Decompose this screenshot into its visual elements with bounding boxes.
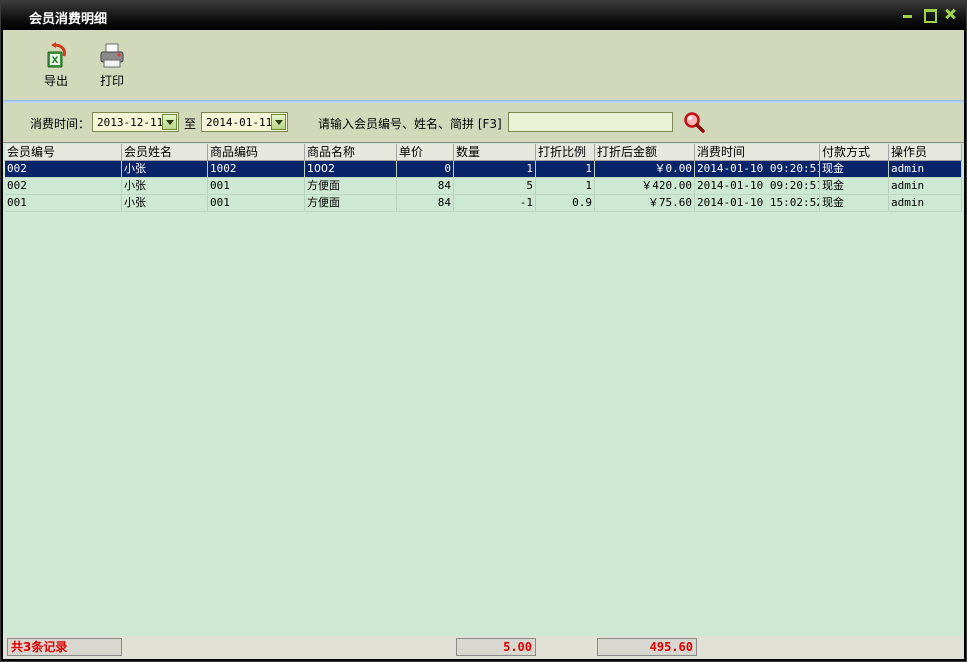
col-header-member-id[interactable]: 会员编号: [5, 144, 122, 161]
chevron-down-icon[interactable]: [271, 114, 286, 130]
cell-discount: 0.9: [536, 195, 595, 212]
col-header-member-name[interactable]: 会员姓名: [122, 144, 208, 161]
cell-product-code: 001: [208, 178, 305, 195]
printer-icon: [100, 43, 124, 68]
cell-payment: 现金: [820, 195, 889, 212]
minimize-icon[interactable]: [902, 8, 914, 20]
cell-member-name: 小张: [122, 195, 208, 212]
excel-export-icon: X: [47, 42, 66, 68]
col-header-discount[interactable]: 打折比例: [536, 144, 595, 161]
toolbar: X 导出 打印: [3, 30, 964, 100]
filter-bar: 消费时间： 2013-12-11 至 2014-01-11 请输入会员编号、姓名…: [3, 103, 964, 142]
chevron-down-icon[interactable]: [162, 114, 177, 130]
col-header-product-name[interactable]: 商品名称: [305, 144, 397, 161]
cell-product-name: 方便面: [305, 178, 397, 195]
cell-amount: ￥0.00: [595, 161, 695, 178]
start-date-picker[interactable]: 2013-12-11: [92, 112, 179, 132]
window-controls: [902, 8, 956, 23]
cell-discount: 1: [536, 178, 595, 195]
cell-payment: 现金: [820, 178, 889, 195]
consume-time-label: 消费时间：: [30, 117, 91, 131]
amount-total: 495.60: [597, 638, 697, 656]
search-icon[interactable]: [683, 111, 705, 133]
cell-quantity: -1: [454, 195, 536, 212]
summary-footer: 共3条记录 5.00 495.60: [3, 636, 964, 659]
cell-unit-price: 84: [397, 178, 454, 195]
table-row[interactable]: 001 小张 001 方便面 84 -1 0.9 ￥75.60 2014-01-…: [5, 195, 962, 212]
col-header-time[interactable]: 消费时间: [695, 144, 820, 161]
svg-text:X: X: [52, 56, 59, 66]
print-button[interactable]: 打印: [88, 42, 136, 89]
cell-time: 2014-01-10 09:20:51: [695, 161, 820, 178]
search-hint-label: 请输入会员编号、姓名、简拼 [F3]: [318, 117, 502, 131]
consumption-table: 会员编号 会员姓名 商品编码 商品名称 单价 数量 打折比例 打折后金额 消费时…: [3, 142, 964, 636]
col-header-product-code[interactable]: 商品编码: [208, 144, 305, 161]
search-input[interactable]: [508, 112, 673, 132]
export-button[interactable]: X 导出: [32, 42, 80, 89]
cell-product-code: 001: [208, 195, 305, 212]
close-icon[interactable]: [944, 8, 956, 20]
col-header-operator[interactable]: 操作员: [889, 144, 962, 161]
to-label: 至: [184, 117, 197, 131]
cell-operator: admin: [889, 195, 962, 212]
table-row[interactable]: 002 小张 1002 1002 0 1 1 ￥0.00 2014-01-10 …: [5, 161, 962, 178]
cell-quantity: 5: [454, 178, 536, 195]
cell-member-name: 小张: [122, 161, 208, 178]
table-row[interactable]: 002 小张 001 方便面 84 5 1 ￥420.00 2014-01-10…: [5, 178, 962, 195]
print-label: 打印: [99, 74, 124, 88]
cell-quantity: 1: [454, 161, 536, 178]
export-label: 导出: [43, 74, 68, 88]
cell-unit-price: 0: [397, 161, 454, 178]
cell-unit-price: 84: [397, 195, 454, 212]
cell-product-name: 1002: [305, 161, 397, 178]
quantity-total: 5.00: [456, 638, 536, 656]
start-date-value: 2013-12-11: [97, 116, 164, 129]
cell-amount: ￥75.60: [595, 195, 695, 212]
col-header-quantity[interactable]: 数量: [454, 144, 536, 161]
cell-product-name: 方便面: [305, 195, 397, 212]
title-bar[interactable]: 会员消费明细: [1, 1, 966, 30]
table-header: 会员编号 会员姓名 商品编码 商品名称 单价 数量 打折比例 打折后金额 消费时…: [5, 144, 962, 161]
cell-member-id: 001: [5, 195, 122, 212]
col-header-payment[interactable]: 付款方式: [820, 144, 889, 161]
cell-product-code: 1002: [208, 161, 305, 178]
member-consumption-window: 会员消费明细 X 导出 打印 消费时间： 2013-12-11 至 2014-0…: [0, 0, 967, 662]
record-count: 共3条记录: [7, 638, 122, 656]
maximize-icon[interactable]: [923, 8, 937, 23]
cell-payment: 现金: [820, 161, 889, 178]
col-header-unit-price[interactable]: 单价: [397, 144, 454, 161]
cell-operator: admin: [889, 161, 962, 178]
cell-time: 2014-01-10 09:20:51: [695, 178, 820, 195]
col-header-amount[interactable]: 打折后金额: [595, 144, 695, 161]
cell-operator: admin: [889, 178, 962, 195]
end-date-value: 2014-01-11: [206, 116, 273, 129]
cell-time: 2014-01-10 15:02:52: [695, 195, 820, 212]
cell-member-id: 002: [5, 178, 122, 195]
cell-amount: ￥420.00: [595, 178, 695, 195]
cell-member-id: 002: [5, 161, 122, 178]
end-date-picker[interactable]: 2014-01-11: [201, 112, 288, 132]
window-title: 会员消费明细: [29, 12, 108, 27]
cell-member-name: 小张: [122, 178, 208, 195]
cell-discount: 1: [536, 161, 595, 178]
